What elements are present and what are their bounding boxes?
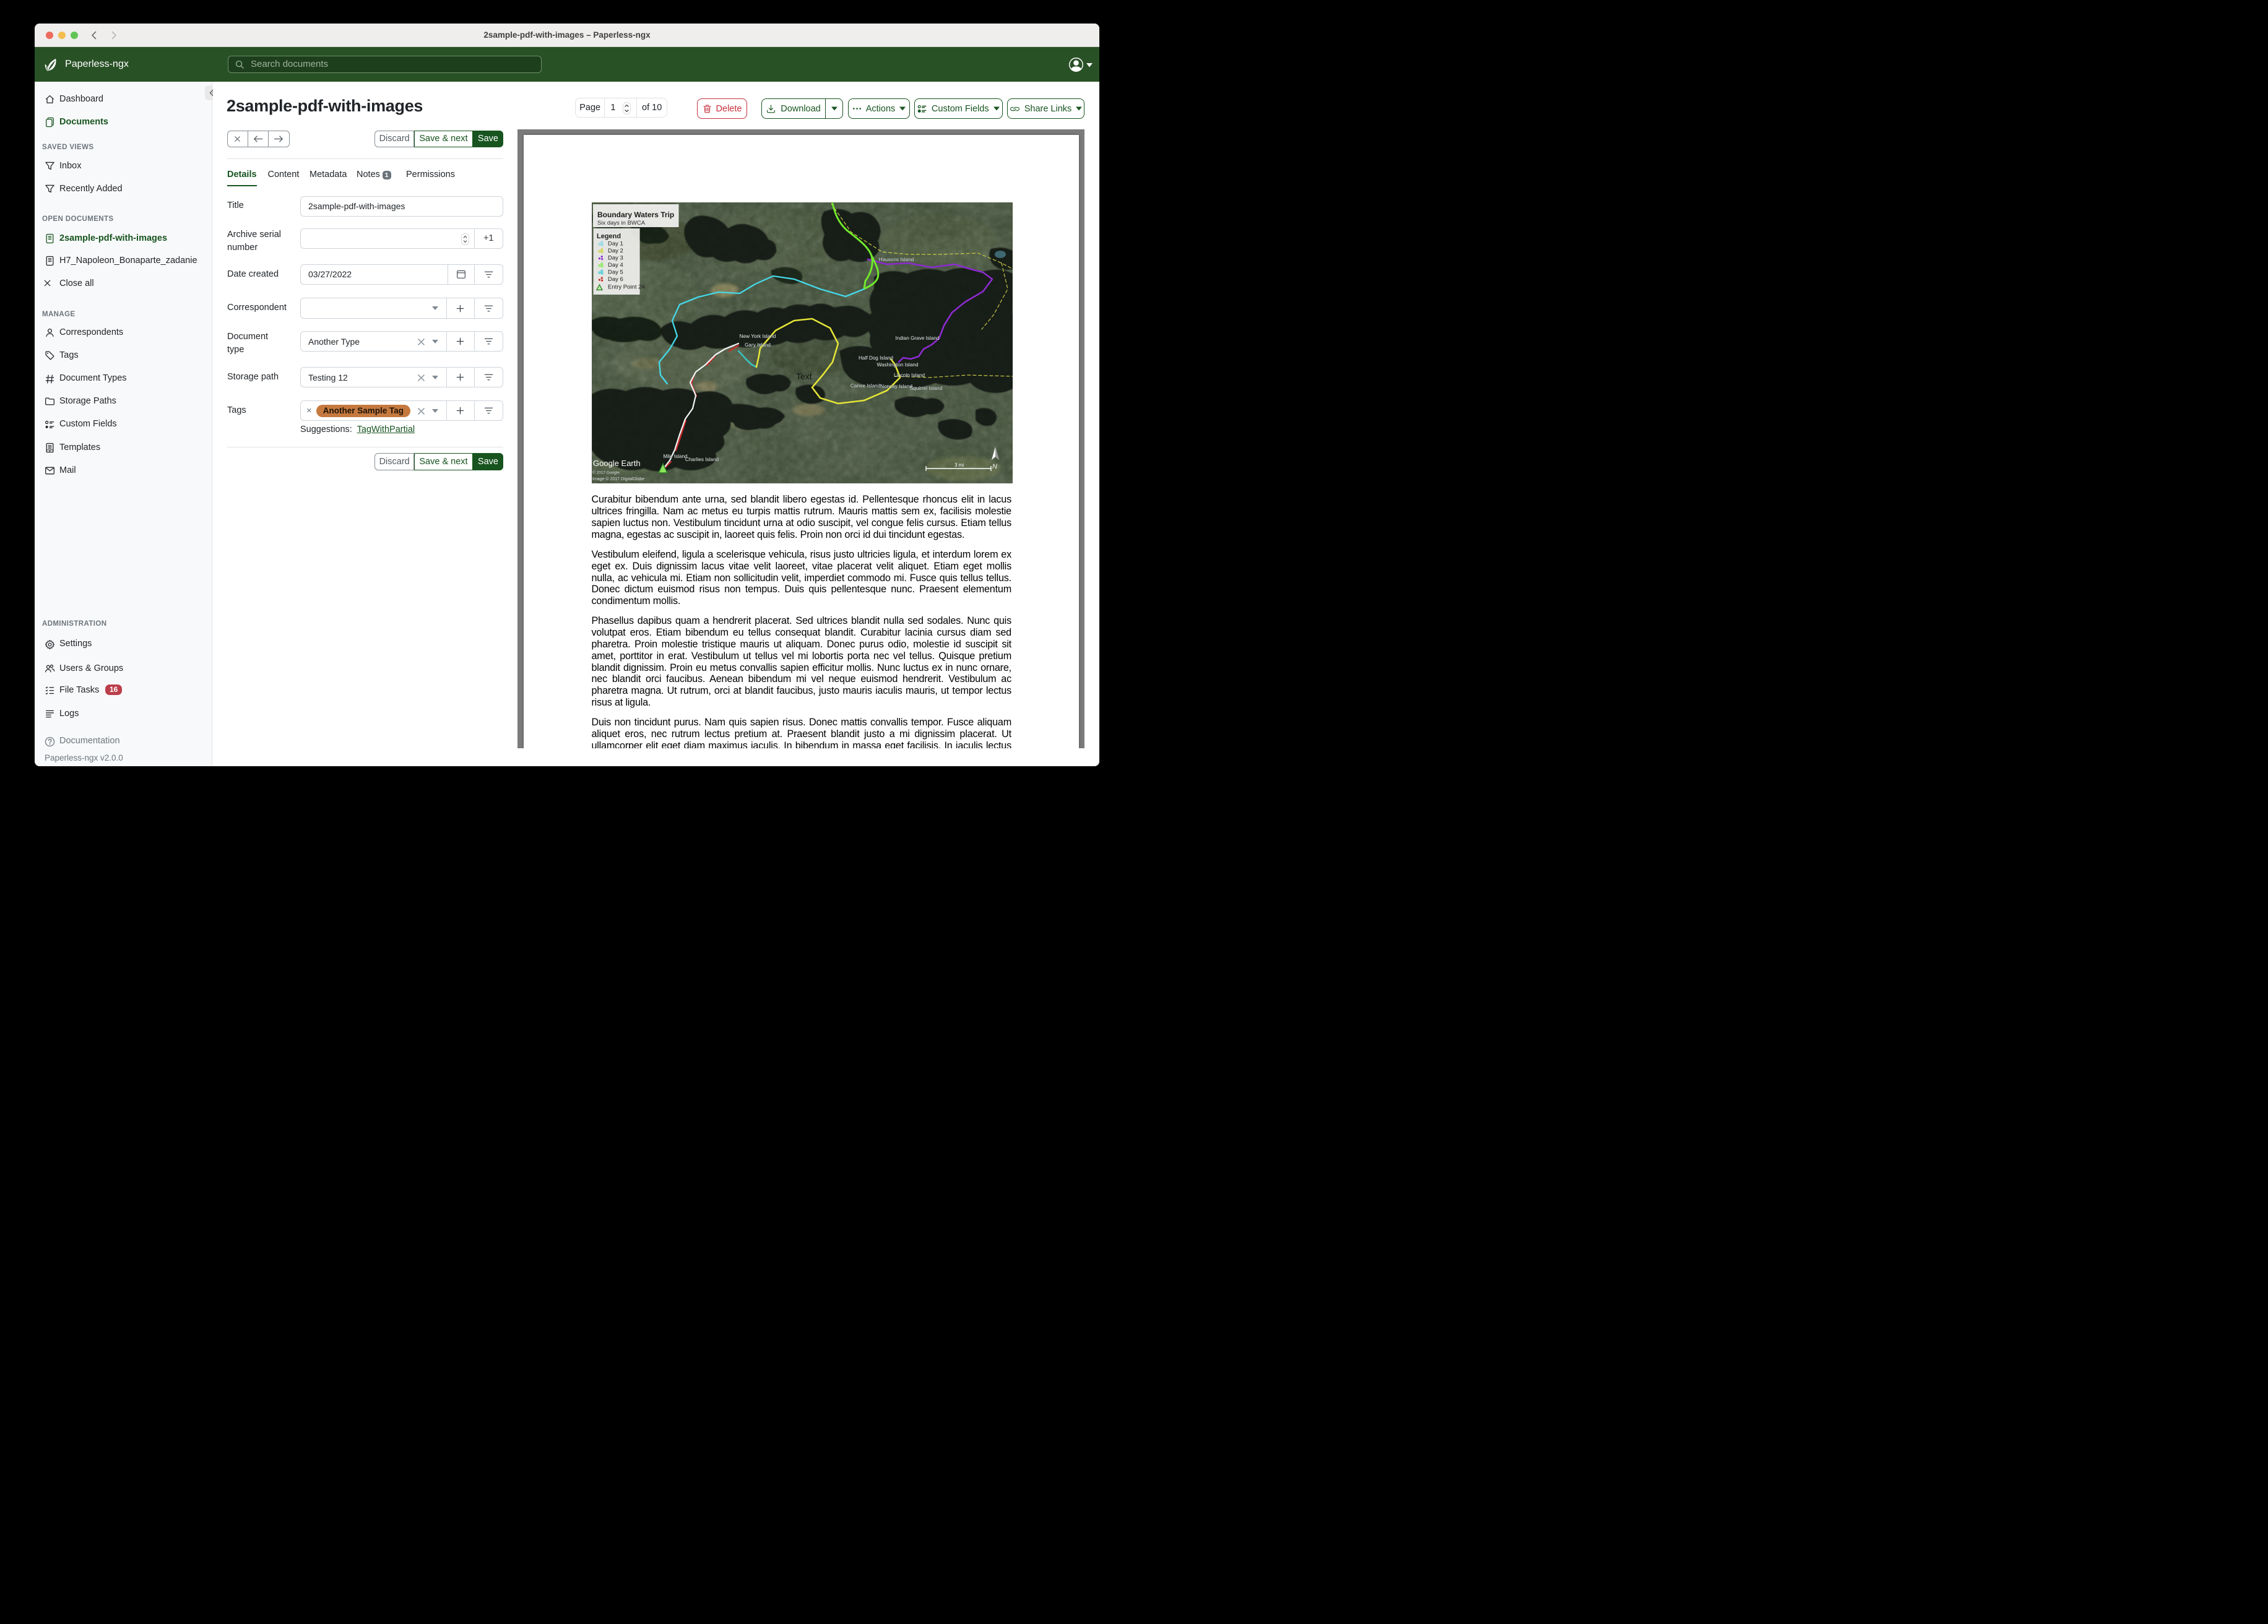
svg-text:Boundary Waters Trip: Boundary Waters Trip	[597, 210, 674, 219]
svg-text:Canoe Island: Canoe Island	[850, 383, 881, 389]
svg-text:Legend: Legend	[597, 233, 621, 240]
svg-text:Text: Text	[796, 371, 812, 381]
svg-text:Six days in BWCA: Six days in BWCA	[597, 220, 646, 227]
svg-text:Day 2: Day 2	[608, 248, 623, 255]
svg-text:Lincoln Island: Lincoln Island	[894, 373, 925, 378]
svg-text:Charlies Island: Charlies Island	[685, 457, 719, 462]
svg-text:Entry Point 24: Entry Point 24	[608, 284, 645, 291]
svg-text:Day 5: Day 5	[608, 269, 623, 276]
svg-text:Mile Island: Mile Island	[663, 454, 688, 459]
svg-text:Squirrel Island: Squirrel Island	[910, 386, 943, 391]
svg-text:Image © 2017 DigitalGlobe: Image © 2017 DigitalGlobe	[592, 477, 644, 482]
svg-text:Washington Island: Washington Island	[876, 362, 919, 368]
svg-text:N: N	[992, 463, 997, 470]
svg-text:Google Earth: Google Earth	[593, 459, 641, 468]
svg-text:Hausons Island: Hausons Island	[878, 257, 914, 262]
svg-text:Norway Island: Norway Island	[880, 384, 912, 389]
svg-text:Half Dog Island: Half Dog Island	[859, 355, 893, 361]
svg-text:Day 1: Day 1	[608, 241, 623, 248]
svg-text:Day 4: Day 4	[608, 262, 623, 269]
svg-text:3 mi: 3 mi	[954, 462, 964, 468]
svg-text:Day 3: Day 3	[608, 255, 623, 262]
svg-text:Gary Island: Gary Island	[745, 342, 771, 348]
svg-text:Indian Grave Island: Indian Grave Island	[895, 335, 939, 341]
svg-text:© 2017 Google: © 2017 Google	[592, 470, 620, 475]
svg-text:New York Island: New York Island	[739, 334, 776, 339]
svg-text:Day 6: Day 6	[608, 277, 623, 283]
